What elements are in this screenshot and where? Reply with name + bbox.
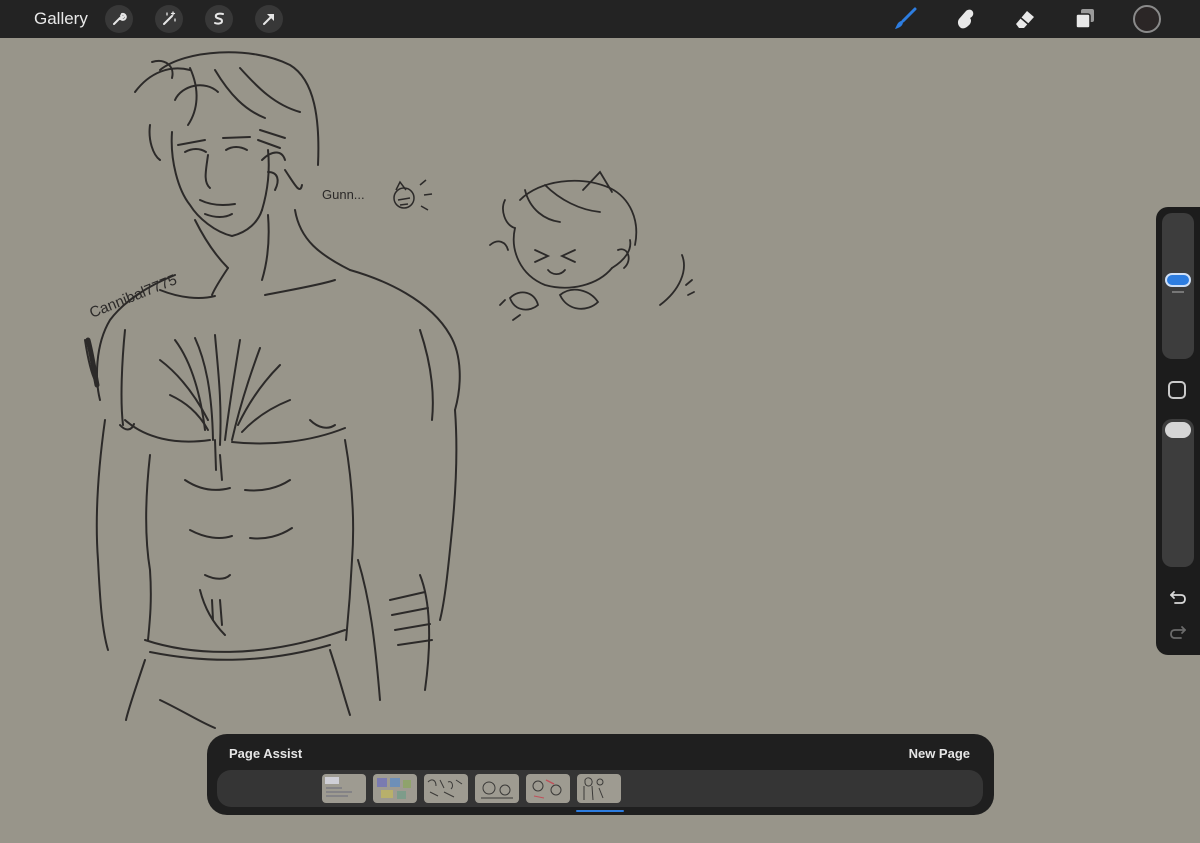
- transform-arrow-icon[interactable]: [255, 5, 283, 33]
- drawing-canvas[interactable]: Cannibal7775 Gunn...: [0, 38, 1200, 838]
- page-thumbnail[interactable]: [526, 774, 570, 803]
- page-thumbnail-active[interactable]: [577, 774, 621, 803]
- page-assist-panel: Page Assist New Page: [207, 734, 994, 815]
- page-thumbnail-strip[interactable]: [217, 770, 983, 807]
- slider-tick: [1172, 291, 1184, 293]
- brush-size-slider[interactable]: [1162, 213, 1194, 359]
- layers-icon[interactable]: [1070, 4, 1100, 34]
- eraser-icon[interactable]: [1010, 4, 1040, 34]
- magic-wand-icon[interactable]: [155, 5, 183, 33]
- brush-size-knob[interactable]: [1165, 273, 1191, 287]
- sketch-artwork: Cannibal7775 Gunn...: [84, 51, 695, 729]
- right-sidebar: [1156, 207, 1200, 655]
- selection-icon[interactable]: [205, 5, 233, 33]
- top-toolbar: Gallery: [0, 0, 1200, 38]
- active-page-indicator: [576, 810, 624, 812]
- page-thumbnail[interactable]: [322, 774, 366, 803]
- undo-icon[interactable]: [1167, 587, 1189, 607]
- modify-icon[interactable]: [1168, 381, 1186, 399]
- color-picker-button[interactable]: [1133, 5, 1161, 33]
- speech-text: Gunn...: [322, 187, 365, 202]
- page-thumbnail[interactable]: [475, 774, 519, 803]
- smudge-icon[interactable]: [950, 4, 980, 34]
- page-thumbnail[interactable]: [424, 774, 468, 803]
- gallery-button[interactable]: Gallery: [34, 9, 88, 29]
- page-assist-title: Page Assist: [229, 746, 303, 761]
- opacity-slider[interactable]: [1162, 419, 1194, 567]
- wrench-icon[interactable]: [105, 5, 133, 33]
- new-page-button[interactable]: New Page: [909, 746, 970, 761]
- page-thumbnail[interactable]: [373, 774, 417, 803]
- opacity-knob[interactable]: [1165, 422, 1191, 438]
- brush-icon[interactable]: [890, 4, 920, 34]
- redo-icon[interactable]: [1167, 622, 1189, 642]
- signature-text: Cannibal7775: [87, 271, 179, 321]
